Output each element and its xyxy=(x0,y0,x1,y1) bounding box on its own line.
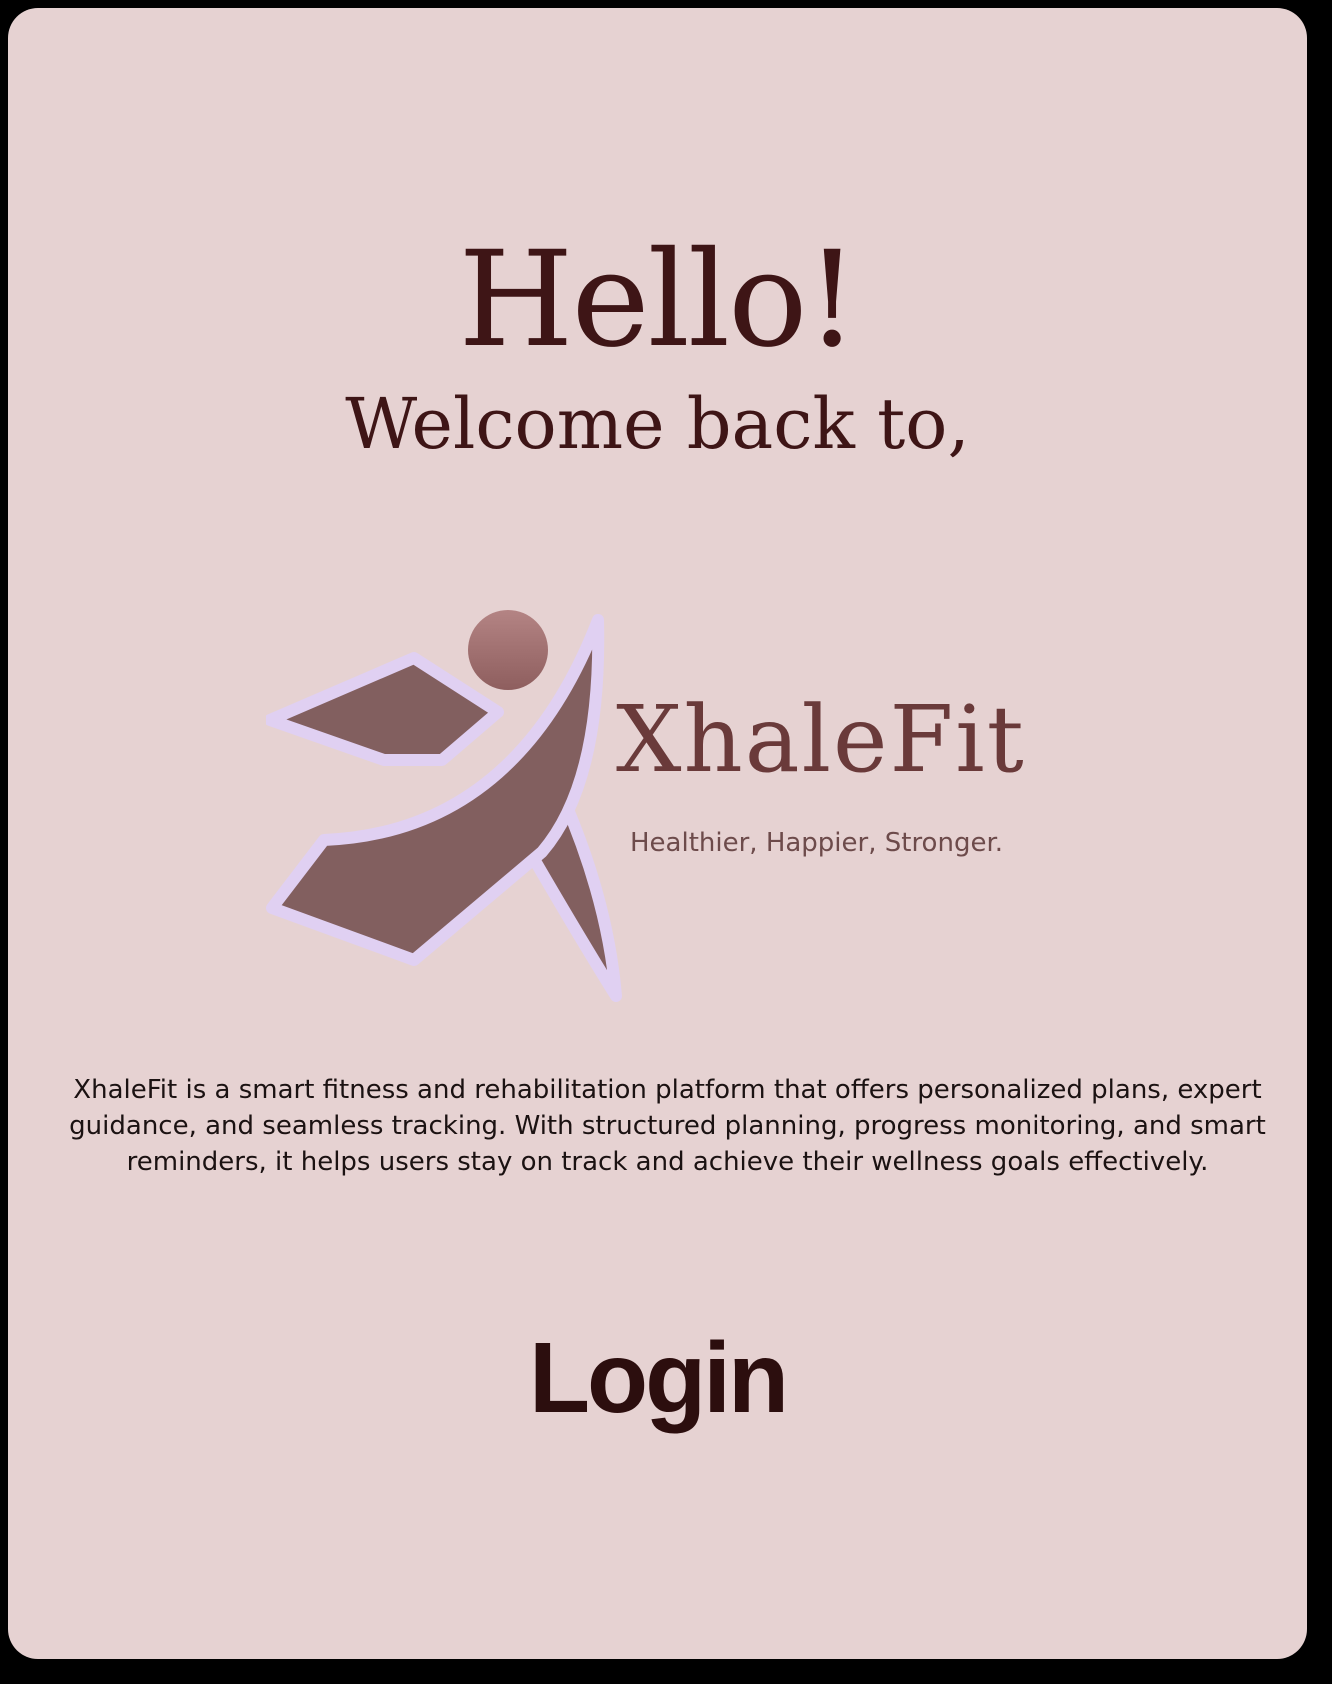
welcome-subheading: Welcome back to, xyxy=(345,383,970,465)
app-description: XhaleFit is a smart fitness and rehabili… xyxy=(69,1075,1266,1177)
window-frame: Hello! Welcome back to, XhaleFit Healthi… xyxy=(0,0,1332,1684)
logo-head-circle xyxy=(468,610,548,690)
brand-tagline: Healthier, Happier, Stronger. xyxy=(630,828,1004,858)
xhalefit-figure-logo-icon xyxy=(266,610,622,1002)
greeting-heading: Hello! xyxy=(458,223,858,377)
logo-upper-arm-shape xyxy=(266,652,504,766)
xhalefit-logo xyxy=(266,602,986,1002)
brand-name: XhaleFit xyxy=(616,686,1026,793)
login-button[interactable]: Login xyxy=(8,1328,1307,1428)
welcome-card: Hello! Welcome back to, XhaleFit Healthi… xyxy=(8,8,1307,1659)
